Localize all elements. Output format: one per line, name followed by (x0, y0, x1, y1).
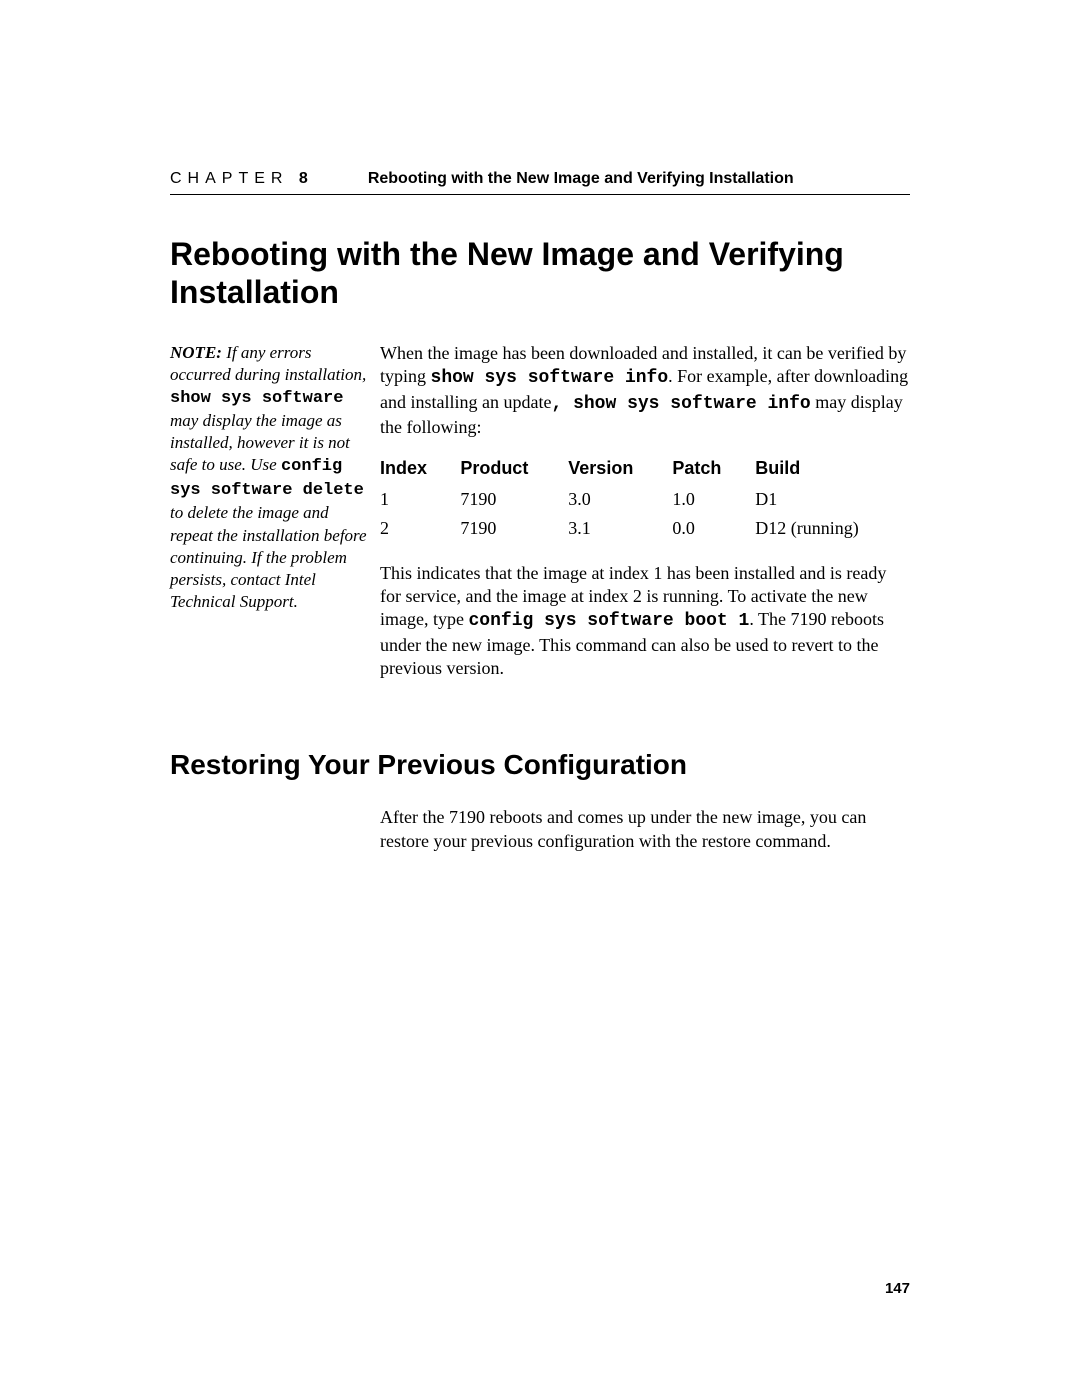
sidebar-note: NOTE: If any errors occurred during inst… (170, 342, 370, 613)
paragraph-3: After the 7190 reboots and comes up unde… (380, 806, 910, 853)
paragraph-2: This indicates that the image at index 1… (380, 562, 910, 681)
section-title-1: Rebooting with the New Image and Verifyi… (170, 235, 910, 312)
header-title: Rebooting with the New Image and Verifyi… (368, 170, 794, 188)
two-column-block: NOTE: If any errors occurred during inst… (170, 342, 910, 695)
cell: D12 (running) (755, 514, 910, 543)
table-row: 1 7190 3.0 1.0 D1 (380, 485, 910, 514)
cell: 3.0 (568, 485, 672, 514)
chapter-word: CHAPTER (170, 170, 288, 187)
p3-text-2: command. (751, 831, 831, 851)
th-patch: Patch (672, 453, 755, 484)
cell: 1 (380, 485, 460, 514)
th-index: Index (380, 453, 460, 484)
chapter-number: 8 (299, 170, 308, 187)
page-number: 147 (885, 1280, 910, 1297)
cell: 2 (380, 514, 460, 543)
p2-code-1: config sys software boot 1 (468, 611, 749, 631)
th-product: Product (460, 453, 568, 484)
page: CHAPTER 8 Rebooting with the New Image a… (0, 0, 1080, 853)
paragraph-1: When the image has been downloaded and i… (380, 342, 910, 440)
cell: 3.1 (568, 514, 672, 543)
cell: D1 (755, 485, 910, 514)
p1-code-1: show sys software info (431, 368, 669, 388)
section-title-2: Restoring Your Previous Configuration (170, 749, 910, 781)
note-text-3: to delete the image and repeat the insta… (170, 503, 367, 610)
main-column: When the image has been downloaded and i… (380, 342, 910, 695)
th-version: Version (568, 453, 672, 484)
section2-body: After the 7190 reboots and comes up unde… (380, 806, 910, 853)
cell: 0.0 (672, 514, 755, 543)
p1-code-2: , show sys software info (551, 394, 810, 414)
th-build: Build (755, 453, 910, 484)
chapter-label: CHAPTER 8 (170, 170, 308, 188)
cell: 7190 (460, 485, 568, 514)
note-lead: NOTE: (170, 343, 222, 362)
p3-code-1: restore (702, 831, 751, 851)
table-header-row: Index Product Version Patch Build (380, 453, 910, 484)
cell: 7190 (460, 514, 568, 543)
table-row: 2 7190 3.1 0.0 D12 (running) (380, 514, 910, 543)
note-code-1: show sys software (170, 389, 343, 408)
cell: 1.0 (672, 485, 755, 514)
page-header: CHAPTER 8 Rebooting with the New Image a… (170, 170, 910, 195)
software-table: Index Product Version Patch Build 1 7190… (380, 453, 910, 543)
